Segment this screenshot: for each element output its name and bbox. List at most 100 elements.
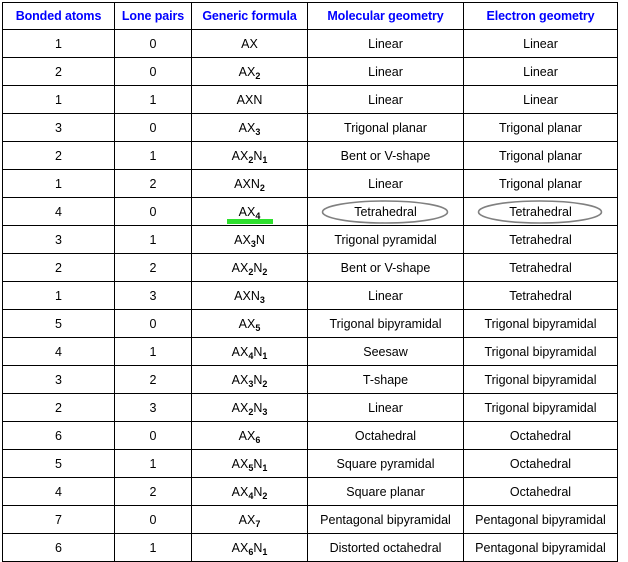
- cell-molecular-geometry: Tetrahedral: [307, 197, 464, 226]
- cell-lone-pairs: 0: [114, 113, 192, 142]
- cell-bonded-atoms: 4: [2, 337, 115, 366]
- formula-text: AX2N3: [231, 400, 268, 417]
- formula-text: AX3N2: [231, 372, 268, 389]
- cell-lone-pairs: 0: [114, 421, 192, 450]
- table-row: 4 1 AX4N1 Seesaw Trigonal bipyramidal: [2, 337, 618, 366]
- cell-bonded-atoms: 6: [2, 421, 115, 450]
- cell-electron-geometry: Pentagonal bipyramidal: [463, 533, 618, 562]
- cell-lone-pairs: 1: [114, 85, 192, 114]
- cell-generic-formula: AX2N1: [191, 141, 308, 170]
- column-header-lone-pairs: Lone pairs: [114, 2, 192, 30]
- cell-electron-geometry: Tetrahedral: [463, 225, 618, 254]
- table-row: 5 1 AX5N1 Square pyramidal Octahedral: [2, 449, 618, 478]
- formula-text: AX6N1: [231, 540, 268, 557]
- formula-text: AX6: [238, 428, 261, 445]
- formula-subscript: 4: [248, 350, 254, 361]
- cell-electron-geometry: Octahedral: [463, 449, 618, 478]
- cell-lone-pairs: 3: [114, 281, 192, 310]
- cell-molecular-geometry: Trigonal pyramidal: [307, 225, 464, 254]
- vsepr-geometry-table-container: Bonded atoms Lone pairs Generic formula …: [0, 0, 628, 562]
- cell-bonded-atoms: 2: [2, 57, 115, 86]
- cell-electron-geometry: Tetrahedral: [463, 253, 618, 282]
- cell-bonded-atoms: 3: [2, 225, 115, 254]
- cell-molecular-geometry: Seesaw: [307, 337, 464, 366]
- cell-electron-geometry: Linear: [463, 29, 618, 58]
- cell-lone-pairs: 2: [114, 477, 192, 506]
- table-row: 1 1 AXN Linear Linear: [2, 85, 618, 114]
- formula-subscript: 2: [248, 406, 254, 417]
- cell-generic-formula: AX2N3: [191, 393, 308, 422]
- formula-text: AX5: [238, 316, 261, 333]
- formula-subscript: 6: [248, 546, 254, 557]
- cell-lone-pairs: 1: [114, 449, 192, 478]
- cell-generic-formula: AX5: [191, 309, 308, 338]
- cell-generic-formula: AX6N1: [191, 533, 308, 562]
- cell-bonded-atoms: 1: [2, 281, 115, 310]
- table-row: 3 1 AX3N Trigonal pyramidal Tetrahedral: [2, 225, 618, 254]
- formula-subscript: 2: [255, 70, 261, 81]
- table-row: 1 2 AXN2 Linear Trigonal planar: [2, 169, 618, 198]
- formula-text: AX2: [238, 64, 261, 81]
- formula-subscript: 5: [255, 322, 261, 333]
- formula-subscript: 2: [262, 490, 268, 501]
- cell-lone-pairs: 3: [114, 393, 192, 422]
- cell-lone-pairs: 1: [114, 225, 192, 254]
- cell-lone-pairs: 1: [114, 337, 192, 366]
- formula-subscript: 3: [259, 294, 265, 305]
- formula-text: AX4N1: [231, 344, 268, 361]
- cell-bonded-atoms: 2: [2, 393, 115, 422]
- cell-electron-geometry: Trigonal bipyramidal: [463, 337, 618, 366]
- column-header-molecular-geometry: Molecular geometry: [307, 2, 464, 30]
- header-row: Bonded atoms Lone pairs Generic formula …: [2, 2, 618, 30]
- table-body: 1 0 AX Linear Linear 2 0 AX2 Linear Linear 1 1 AXN Li…: [2, 29, 618, 562]
- formula-subscript: 4: [248, 490, 254, 501]
- formula-text: AXN3: [234, 288, 265, 305]
- column-header-bonded-atoms: Bonded atoms: [2, 2, 115, 30]
- circle-annotation: Tetrahedral: [322, 199, 449, 224]
- cell-bonded-atoms: 1: [2, 169, 115, 198]
- table-row: 4 2 AX4N2 Square planar Octahedral: [2, 477, 618, 506]
- circle-annotation-label: Tetrahedral: [509, 204, 572, 219]
- cell-lone-pairs: 0: [114, 57, 192, 86]
- formula-text: AX4N2: [231, 484, 268, 501]
- cell-lone-pairs: 0: [114, 29, 192, 58]
- formula-subscript: 1: [262, 462, 268, 473]
- circle-annotation: Tetrahedral: [478, 199, 603, 224]
- table-row: 2 3 AX2N3 Linear Trigonal bipyramidal: [2, 393, 618, 422]
- formula-subscript: 3: [250, 238, 256, 249]
- cell-generic-formula: AX3N2: [191, 365, 308, 394]
- cell-bonded-atoms: 2: [2, 253, 115, 282]
- column-header-generic-formula: Generic formula: [191, 2, 308, 30]
- cell-generic-formula: AX3: [191, 113, 308, 142]
- formula-text: AX: [241, 36, 258, 51]
- vsepr-geometry-table: Bonded atoms Lone pairs Generic formula …: [2, 2, 618, 562]
- cell-molecular-geometry: Distorted octahedral: [307, 533, 464, 562]
- cell-bonded-atoms: 7: [2, 505, 115, 534]
- cell-molecular-geometry: Linear: [307, 57, 464, 86]
- cell-electron-geometry: Linear: [463, 57, 618, 86]
- formula-subscript: 2: [248, 266, 254, 277]
- formula-subscript: 3: [262, 406, 268, 417]
- cell-bonded-atoms: 3: [2, 365, 115, 394]
- cell-generic-formula: AX2: [191, 57, 308, 86]
- table-row: 3 2 AX3N2 T-shape Trigonal bipyramidal: [2, 365, 618, 394]
- cell-generic-formula: AX4: [191, 197, 308, 226]
- cell-generic-formula: AX: [191, 29, 308, 58]
- cell-electron-geometry: Tetrahedral: [463, 281, 618, 310]
- cell-molecular-geometry: Linear: [307, 85, 464, 114]
- formula-subscript: 2: [262, 266, 268, 277]
- formula-text: AX4: [238, 204, 261, 221]
- cell-molecular-geometry: Bent or V-shape: [307, 253, 464, 282]
- cell-lone-pairs: 2: [114, 169, 192, 198]
- column-header-electron-geometry: Electron geometry: [463, 2, 618, 30]
- cell-generic-formula: AX5N1: [191, 449, 308, 478]
- cell-molecular-geometry: Square planar: [307, 477, 464, 506]
- cell-molecular-geometry: Trigonal bipyramidal: [307, 309, 464, 338]
- cell-electron-geometry: Trigonal planar: [463, 141, 618, 170]
- cell-bonded-atoms: 1: [2, 29, 115, 58]
- cell-electron-geometry: Octahedral: [463, 477, 618, 506]
- cell-electron-geometry: Trigonal bipyramidal: [463, 309, 618, 338]
- formula-text: AX2N1: [231, 148, 268, 165]
- cell-electron-geometry: Trigonal bipyramidal: [463, 365, 618, 394]
- cell-generic-formula: AXN3: [191, 281, 308, 310]
